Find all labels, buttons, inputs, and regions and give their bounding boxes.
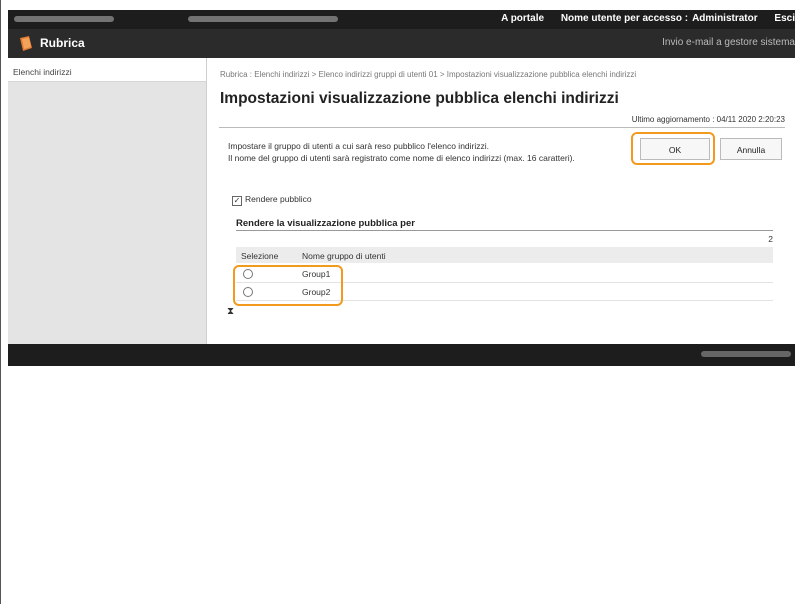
address-book-icon xyxy=(20,36,32,51)
logout-link[interactable]: Esci xyxy=(774,13,795,24)
sidebar: Elenchi indirizzi xyxy=(8,58,207,344)
portal-link[interactable]: A portale xyxy=(501,13,544,24)
login-user-label: Nome utente per accesso : xyxy=(560,13,689,24)
section-title: Rendere la visualizzazione pubblica per xyxy=(236,218,415,229)
top-bar-right: A portale Nome utente per accesso : Admin… xyxy=(487,13,795,24)
main-content: Rubrica : Elenchi indirizzi > Elenco ind… xyxy=(207,58,795,344)
login-user-value: Administrator xyxy=(692,13,758,24)
top-bar: A portale Nome utente per accesso : Admin… xyxy=(8,10,795,29)
footer xyxy=(8,344,795,366)
app-title: Rubrica xyxy=(40,36,85,50)
table-header: Selezione Nome gruppo di utenti xyxy=(236,247,773,263)
make-public-checkbox[interactable]: ✓ Rendere pubblico xyxy=(232,194,312,206)
app-header: Rubrica Invio e-mail a gestore sistema xyxy=(8,29,795,58)
ok-button-highlight xyxy=(631,132,715,165)
device-address-blurred xyxy=(188,16,338,22)
make-public-label: Rendere pubblico xyxy=(245,194,312,204)
description-line-1: Impostare il gruppo di utenti a cui sarà… xyxy=(228,141,490,151)
copyright-blurred xyxy=(701,351,791,357)
header-selection: Selezione xyxy=(241,251,279,261)
section-divider xyxy=(236,230,773,231)
cancel-button[interactable]: Annulla xyxy=(720,138,782,160)
description: Impostare il gruppo di utenti a cui sarà… xyxy=(228,140,628,164)
description-line-2: Il nome del gruppo di utenti sarà regist… xyxy=(228,153,575,163)
breadcrumb[interactable]: Rubrica : Elenchi indirizzi > Elenco ind… xyxy=(220,70,636,79)
page-title: Impostazioni visualizzazione pubblica el… xyxy=(220,90,619,107)
sidebar-item-address-lists[interactable]: Elenchi indirizzi xyxy=(8,58,206,82)
header-group-name: Nome gruppo di utenti xyxy=(302,251,386,261)
device-name-blurred xyxy=(14,16,114,22)
divider xyxy=(219,127,785,128)
checkbox-checked-icon[interactable]: ✓ xyxy=(232,196,242,206)
email-admin-link[interactable]: Invio e-mail a gestore sistema xyxy=(662,37,795,48)
top-anchor-icon[interactable]: ⧗ xyxy=(227,306,234,317)
radio-group-highlight xyxy=(233,265,343,306)
last-updated: Ultimo aggiornamento : 04/11 2020 2:20:2… xyxy=(631,115,785,124)
item-count: 2 xyxy=(768,234,773,244)
